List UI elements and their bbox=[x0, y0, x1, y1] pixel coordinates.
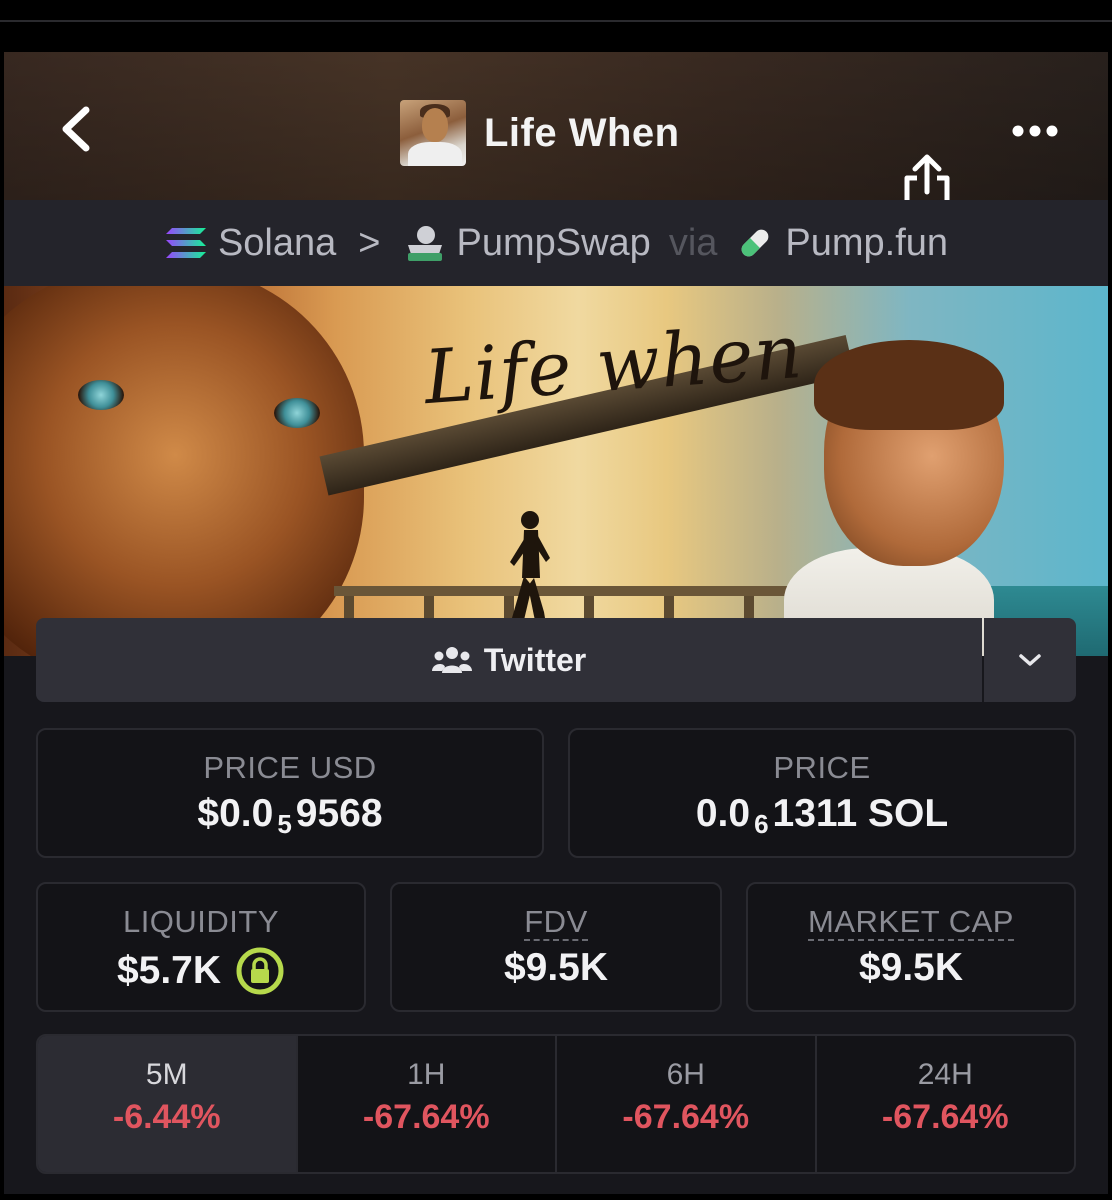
price-usd-value: $0.0 5 9568 bbox=[197, 792, 383, 839]
breadcrumb-dex[interactable]: PumpSwap bbox=[402, 221, 651, 265]
tab-label: 5M bbox=[145, 1058, 188, 1091]
tab-1h[interactable]: 1H -67.64% bbox=[298, 1036, 557, 1172]
twitter-label: Twitter bbox=[483, 641, 587, 678]
breadcrumb-launchpad-label: Pump.fun bbox=[785, 221, 949, 264]
chevron-down-icon bbox=[1019, 654, 1041, 666]
socials-row: Twitter bbox=[36, 618, 1076, 702]
breadcrumb-chain[interactable]: Solana bbox=[164, 222, 336, 265]
fdv-card: FDV $9.5K bbox=[390, 882, 722, 1012]
tab-change: -6.44% bbox=[112, 1098, 221, 1136]
price-change-tabs: 5M -6.44% 1H -67.64% 6H -67.64% 24H -67.… bbox=[36, 1034, 1076, 1174]
tab-label: 1H bbox=[407, 1058, 446, 1091]
back-button[interactable] bbox=[54, 104, 98, 154]
solana-icon bbox=[165, 228, 206, 258]
pill-icon bbox=[742, 229, 769, 257]
token-header: Life When bbox=[4, 52, 1108, 215]
community-icon bbox=[431, 647, 472, 673]
liquidity-label: LIQUIDITY bbox=[122, 904, 280, 939]
breadcrumb-chain-label: Solana bbox=[217, 221, 337, 264]
breadcrumb-launchpad[interactable]: Pump.fun bbox=[735, 222, 948, 265]
tab-change: -67.64% bbox=[881, 1098, 1009, 1136]
price-native-value: 0.0 6 1311 SOL bbox=[695, 792, 949, 839]
fdv-value: $9.5K bbox=[503, 946, 609, 989]
breadcrumb-dex-label: PumpSwap bbox=[456, 221, 651, 264]
market-cap-label[interactable]: MARKET CAP bbox=[748, 904, 1074, 941]
token-page: Life When Solana > PumpSwap via Pump.fun… bbox=[4, 52, 1108, 1194]
tab-change: -67.64% bbox=[622, 1098, 750, 1136]
price-native-zero-count: 6 bbox=[754, 808, 769, 839]
liquidity-value: $5.7K bbox=[116, 949, 222, 992]
more-options-button[interactable] bbox=[1006, 116, 1064, 146]
tab-label: 6H bbox=[666, 1058, 705, 1091]
banner-title: Life when bbox=[421, 308, 806, 422]
liquidity-card: LIQUIDITY $5.7K bbox=[36, 882, 366, 1012]
fdv-label[interactable]: FDV bbox=[392, 904, 720, 941]
liquidity-value-row: $5.7K bbox=[38, 946, 364, 996]
breadcrumb: Solana > PumpSwap via Pump.fun bbox=[4, 200, 1108, 286]
price-native-card: PRICE 0.0 6 1311 SOL bbox=[568, 728, 1076, 858]
token-banner-image: Life when bbox=[4, 286, 1108, 656]
market-cap-card: MARKET CAP $9.5K bbox=[746, 882, 1076, 1012]
price-usd-label: PRICE USD bbox=[203, 750, 377, 785]
pumpswap-icon bbox=[408, 226, 443, 261]
status-bar-divider bbox=[0, 20, 1112, 22]
token-name: Life When bbox=[484, 110, 680, 155]
price-native-label: PRICE bbox=[773, 750, 871, 785]
tab-label: 24H bbox=[917, 1058, 973, 1091]
breadcrumb-via: via bbox=[668, 221, 718, 264]
token-title-group: Life When bbox=[400, 98, 680, 168]
breadcrumb-separator: > bbox=[358, 221, 381, 264]
price-usd-card: PRICE USD $0.0 5 9568 bbox=[36, 728, 544, 858]
token-avatar bbox=[400, 100, 466, 166]
chevron-left-icon bbox=[62, 106, 90, 152]
socials-dropdown-button[interactable] bbox=[984, 618, 1076, 702]
liquidity-locked-icon[interactable] bbox=[235, 946, 285, 996]
tab-24h[interactable]: 24H -67.64% bbox=[817, 1036, 1075, 1172]
tab-6h[interactable]: 6H -67.64% bbox=[557, 1036, 817, 1172]
tab-5m[interactable]: 5M -6.44% bbox=[38, 1036, 298, 1172]
twitter-button[interactable]: Twitter bbox=[36, 618, 982, 702]
market-cap-value: $9.5K bbox=[858, 946, 964, 989]
price-usd-zero-count: 5 bbox=[277, 808, 292, 839]
more-horizontal-icon bbox=[1012, 125, 1058, 137]
tab-change: -67.64% bbox=[362, 1098, 490, 1136]
